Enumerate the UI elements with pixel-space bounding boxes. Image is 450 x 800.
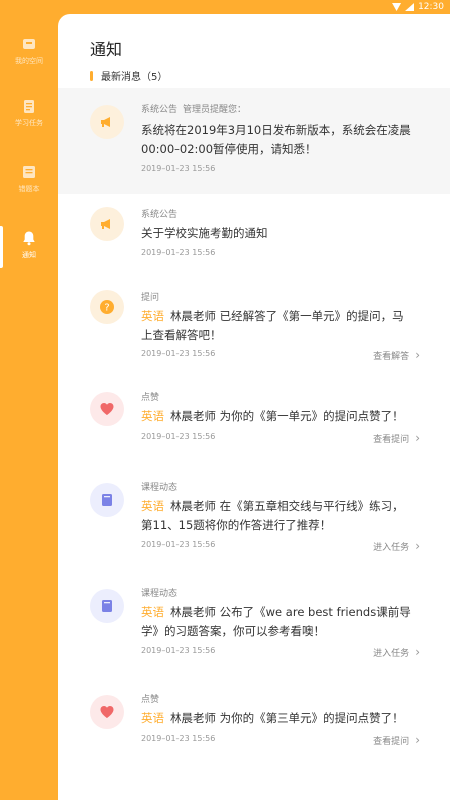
heart-icon [90, 392, 124, 426]
notification-time: 2019–01–23 15:56 [141, 734, 216, 743]
status-time: 12:30 [418, 2, 444, 12]
sidebar-item-label: 通知 [22, 251, 36, 259]
megaphone-icon [90, 105, 124, 139]
view-answer-button[interactable]: 查看解答 › [373, 348, 420, 362]
megaphone-icon [90, 207, 124, 241]
chevron-right-icon: › [415, 645, 420, 659]
notification-item[interactable]: 系统公告 关于学校实施考勤的通知 2019–01–23 15:56 [58, 194, 450, 280]
view-question-button[interactable]: 查看提问 › [373, 733, 420, 747]
notification-time: 2019–01–23 15:56 [141, 646, 216, 655]
sidebar-item-tasks[interactable]: 学习任务 [0, 94, 58, 142]
notebook-icon [23, 166, 35, 178]
box-icon [23, 39, 35, 49]
book-icon [90, 483, 124, 517]
chevron-right-icon: › [415, 539, 420, 553]
notification-message: 英语 林晨老师 公布了《we are best friends课前导 学》的习题答案… [141, 605, 411, 638]
enter-task-button[interactable]: 进入任务 › [373, 645, 420, 659]
svg-text:?: ? [104, 303, 109, 314]
enter-task-button[interactable]: 进入任务 › [373, 539, 420, 553]
notification-time: 2019–01–23 15:56 [141, 540, 216, 549]
notification-item[interactable]: 点赞 英语 林晨老师 为你的《第三单元》的提问点赞了！ 2019–01–23 15… [58, 682, 450, 772]
notification-type: 系统公告 [141, 210, 178, 220]
clipboard-icon [24, 100, 34, 113]
status-bar: 12:30 [0, 0, 450, 14]
wifi-icon [392, 3, 402, 11]
sidebar-item-my-space[interactable]: 我的空间 [0, 32, 58, 80]
notification-type: 提问 [141, 293, 160, 303]
notification-item[interactable]: 系统公告 管理员提醒您： 系统将在2019年3月10日发布新版本，系统会在凌晨 00… [58, 88, 450, 194]
heart-icon [90, 695, 124, 729]
sidebar-item-label: 错题本 [18, 185, 40, 193]
sidebar-item-label: 学习任务 [15, 119, 43, 127]
notification-message: 英语 林晨老师 在《第五章相交线与平行线》练习， 第11、15题将你的作答进行了推荐… [141, 499, 404, 532]
page-title: 通知 [90, 40, 123, 59]
notification-type: 课程动态 [141, 589, 178, 599]
notification-type: 课程动态 [141, 483, 178, 493]
accent-bar [90, 70, 93, 81]
notification-message: 系统将在2019年3月10日发布新版本，系统会在凌晨 00:00–02:00暂停使… [141, 123, 411, 156]
notification-item[interactable]: ? 提问 英语 林晨老师 已经解答了《第一单元》的提问，马 上查看解答吧！ 2019… [58, 280, 450, 380]
notification-message: 英语 林晨老师 为你的《第一单元》的提问点赞了！ [141, 409, 404, 423]
notification-item[interactable]: 点赞 英语 林晨老师 为你的《第一单元》的提问点赞了！ 2019–01–23 15… [58, 380, 450, 470]
chevron-right-icon: › [415, 348, 420, 362]
sidebar-item-mistakes[interactable]: 错题本 [0, 160, 58, 208]
view-question-button[interactable]: 查看提问 › [373, 431, 420, 445]
notification-item[interactable]: 课程动态 英语 林晨老师 公布了《we are best friends课前导 学》… [58, 576, 450, 682]
notification-time: 2019–01–23 15:56 [141, 432, 216, 441]
main-panel: 通知 最新消息（5） 系统公告 管理员提醒您： 系统将在2019年3月10日发布新… [58, 14, 450, 800]
book-icon [90, 589, 124, 623]
notification-time: 2019–01–23 15:56 [141, 248, 216, 257]
question-icon: ? [90, 290, 124, 324]
section-header: 最新消息（5） [90, 68, 167, 83]
notification-time: 2019–01–23 15:56 [141, 349, 216, 358]
notification-item[interactable]: 课程动态 英语 林晨老师 在《第五章相交线与平行线》练习， 第11、15题将你的作答… [58, 470, 450, 576]
notification-message: 关于学校实施考勤的通知 [141, 226, 268, 240]
bell-icon [23, 231, 35, 246]
notification-message: 英语 林晨老师 为你的《第三单元》的提问点赞了！ [141, 711, 404, 725]
sidebar-item-notifications[interactable]: 通知 [0, 226, 58, 274]
notification-type: 点赞 [141, 695, 160, 705]
notification-message: 英语 林晨老师 已经解答了《第一单元》的提问，马 上查看解答吧！ [141, 309, 404, 342]
notification-time: 2019–01–23 15:56 [141, 164, 216, 173]
chevron-right-icon: › [415, 733, 420, 747]
chevron-right-icon: › [415, 431, 420, 445]
section-title: 最新消息（5） [101, 72, 168, 83]
notification-type: 点赞 [141, 393, 160, 403]
sidebar: 我的空间 学习任务 错题本 通知 [0, 14, 58, 800]
signal-icon [405, 3, 415, 11]
notification-type: 系统公告 管理员提醒您： [141, 105, 247, 115]
sidebar-item-label: 我的空间 [15, 57, 43, 65]
